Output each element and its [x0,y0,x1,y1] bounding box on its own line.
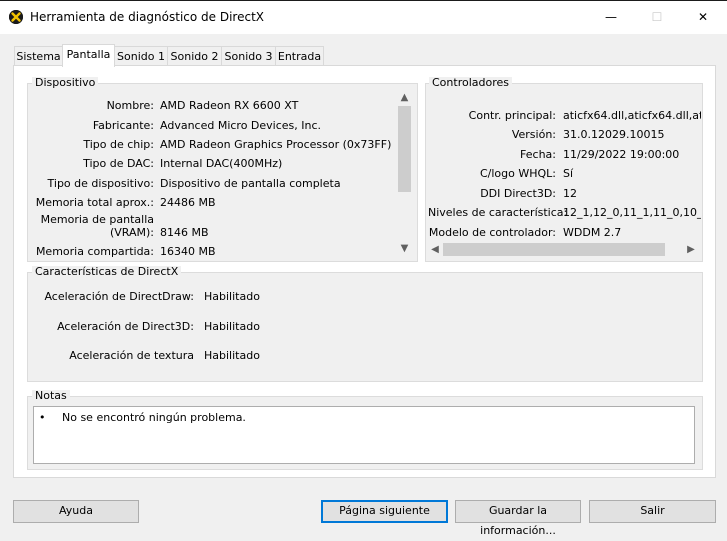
total-memory-label: Memoria total aprox.: [35,196,154,209]
shared-memory-value: 16340 MB [160,246,216,258]
directx-icon [9,10,23,24]
minimize-button[interactable]: — [588,6,634,28]
driver-model-value: WDDM 2.7 [563,227,622,239]
date-value: 11/29/2022 19:00:00 [563,149,680,161]
whql-value: Sí [563,168,574,180]
main-driver-label: Contr. principal: [468,109,556,122]
feature-levels-label: Niveles de característica: [428,206,568,219]
main-driver-value: aticfx64.dll,aticfx64.dll,aticfx [563,110,701,122]
ddi-value: 12 [563,188,577,200]
tab-sonido-1[interactable]: Sonido 1 [114,46,168,66]
tab-pantalla[interactable]: Pantalla [62,44,115,67]
chip-type-label: Tipo de chip: [83,138,154,151]
tab-label: Entrada [277,50,322,63]
tab-sonido-2[interactable]: Sonido 2 [167,46,222,66]
device-group-title: Dispositivo [32,77,99,89]
driver-model-label: Modelo de controlador: [428,226,556,239]
drivers-scroll-thumb[interactable] [443,243,665,256]
total-memory-value: 24486 MB [160,197,216,209]
window-title: Herramienta de diagnóstico de DirectX [30,10,264,24]
tab-entrada[interactable]: Entrada [275,46,324,66]
drivers-group-title: Controladores [429,77,512,89]
note-item: No se encontró ningún problema. [62,411,246,424]
device-type-label: Tipo de dispositivo: [47,177,154,190]
shared-memory-label: Memoria compartida: [35,245,154,258]
exit-button[interactable]: Salir [589,500,716,523]
close-button[interactable]: ✕ [680,6,726,28]
version-label: Versión: [511,128,556,141]
minimize-icon: — [605,10,617,24]
tab-sonido-3[interactable]: Sonido 3 [221,46,276,66]
window-top-border [0,0,727,1]
dac-type-label: Tipo de DAC: [83,157,154,170]
dac-type-value: Internal DAC(400MHz) [160,158,283,170]
next-page-button[interactable]: Página siguiente [321,500,448,523]
scroll-right-icon[interactable]: ▶ [685,244,697,256]
tab-label: Sonido 2 [170,50,219,63]
save-info-button[interactable]: Guardar la información... [455,500,581,537]
whql-label: C/logo WHQL: [479,167,556,180]
date-label: Fecha: [520,148,556,161]
close-icon: ✕ [697,10,709,24]
direct3d-value: Habilitado [204,321,260,333]
maximize-icon: ☐ [651,10,663,24]
vram-value: 8146 MB [160,227,209,239]
tab-label: Sistema [16,50,61,63]
tab-label: Pantalla [66,48,111,61]
texture-label: Aceleración de textura [69,349,194,362]
tab-label: Sonido 3 [224,50,273,63]
tab-sistema[interactable]: Sistema [14,46,63,66]
exit-button-label: Salir [640,504,665,517]
texture-value: Habilitado [204,350,260,362]
device-name-label: Nombre: [106,99,154,112]
drivers-horizontal-scrollbar[interactable]: ◀ ▶ [427,241,699,258]
maximize-button: ☐ [634,6,680,28]
device-name-value: AMD Radeon RX 6600 XT [160,100,299,112]
directdraw-value: Habilitado [204,291,260,303]
directx-features-title: Características de DirectX [32,266,182,278]
ddi-label: DDI Direct3D: [480,187,556,200]
scroll-left-icon[interactable]: ◀ [429,244,441,256]
device-type-value: Dispositivo de pantalla completa [160,178,341,190]
next-page-button-label: Página siguiente [339,504,430,517]
feature-levels-value: 12_1,12_0,11_1,11_0,10_1, [563,207,701,219]
device-vertical-scrollbar[interactable]: ▲ ▼ [396,90,413,258]
scroll-up-icon[interactable]: ▲ [396,92,413,104]
bullet-icon: • [39,411,46,424]
save-info-button-label: Guardar la información... [480,504,556,537]
version-value: 31.0.12029.10015 [563,129,665,141]
scroll-down-icon[interactable]: ▼ [396,243,413,255]
manufacturer-value: Advanced Micro Devices, Inc. [160,120,322,132]
notes-title: Notas [32,390,70,402]
help-button-label: Ayuda [59,504,93,517]
notes-text-area[interactable]: • No se encontró ningún problema. [33,406,695,464]
vram-label-line1: Memoria de pantalla [40,213,154,226]
help-button[interactable]: Ayuda [13,500,139,523]
tab-label: Sonido 1 [117,50,165,63]
directdraw-label: Aceleración de DirectDraw: [44,290,194,303]
vram-label-line2: (VRAM): [109,226,154,239]
title-bar: Herramienta de diagnóstico de DirectX — … [0,0,727,34]
direct3d-label: Aceleración de Direct3D: [57,320,194,333]
chip-type-value: AMD Radeon Graphics Processor (0x73FF) [160,139,392,151]
manufacturer-label: Fabricante: [92,119,154,132]
device-scroll-thumb[interactable] [398,106,411,192]
